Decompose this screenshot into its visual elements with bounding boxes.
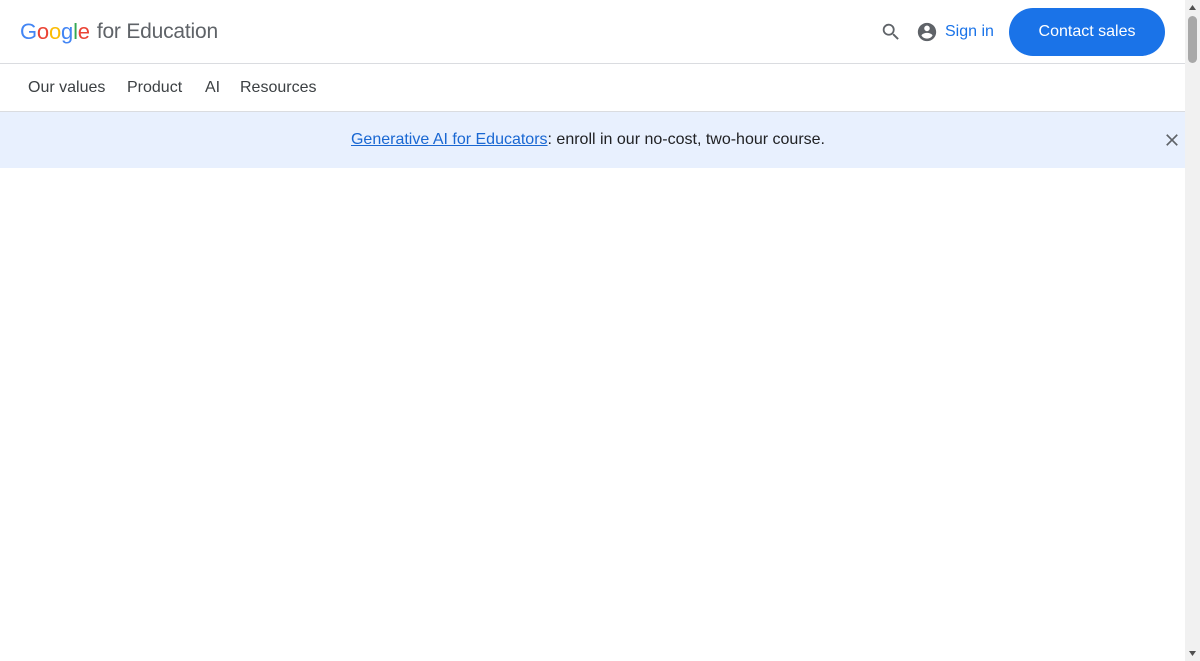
banner-course-link[interactable]: Generative AI for Educators xyxy=(351,131,548,149)
announcement-banner: Generative AI for Educators: enroll in o… xyxy=(0,112,1185,168)
account-circle-icon xyxy=(917,22,937,42)
nav-item-ai[interactable]: AI xyxy=(205,79,220,97)
vertical-scrollbar[interactable] xyxy=(1185,0,1200,661)
contact-sales-button[interactable]: Contact sales xyxy=(1009,8,1165,56)
banner-close-button[interactable] xyxy=(1160,128,1184,152)
google-wordmark: Google xyxy=(20,19,90,45)
logo-suffix: for Education xyxy=(96,20,218,43)
logo-letter: o xyxy=(36,19,49,44)
logo-letter: e xyxy=(77,19,90,44)
logo-letter: g xyxy=(61,19,74,44)
banner-message: Generative AI for Educators: enroll in o… xyxy=(0,112,1176,168)
scroll-up-arrow-icon[interactable] xyxy=(1185,0,1200,15)
logo-letter: o xyxy=(48,19,62,44)
page-viewport: Google for Education Sign in Contact sal… xyxy=(0,0,1185,661)
logo-letter: G xyxy=(20,19,37,44)
close-icon xyxy=(1166,134,1178,146)
sign-in-label: Sign in xyxy=(945,23,994,40)
main-nav: Our values Product AI Resources xyxy=(0,64,1185,112)
nav-item-resources[interactable]: Resources xyxy=(240,79,316,97)
nav-item-our-values[interactable]: Our values xyxy=(28,79,105,97)
banner-rest-text: : enroll in our no-cost, two-hour course… xyxy=(547,131,825,148)
google-for-education-logo[interactable]: Google for Education xyxy=(20,16,218,48)
site-header: Google for Education Sign in Contact sal… xyxy=(0,0,1185,64)
scrollbar-thumb[interactable] xyxy=(1188,16,1197,63)
sign-in-button[interactable]: Sign in xyxy=(916,18,994,46)
scroll-down-arrow-icon[interactable] xyxy=(1185,646,1200,661)
search-button[interactable] xyxy=(877,18,905,46)
nav-item-product[interactable]: Product xyxy=(127,79,182,97)
search-icon xyxy=(882,23,899,40)
